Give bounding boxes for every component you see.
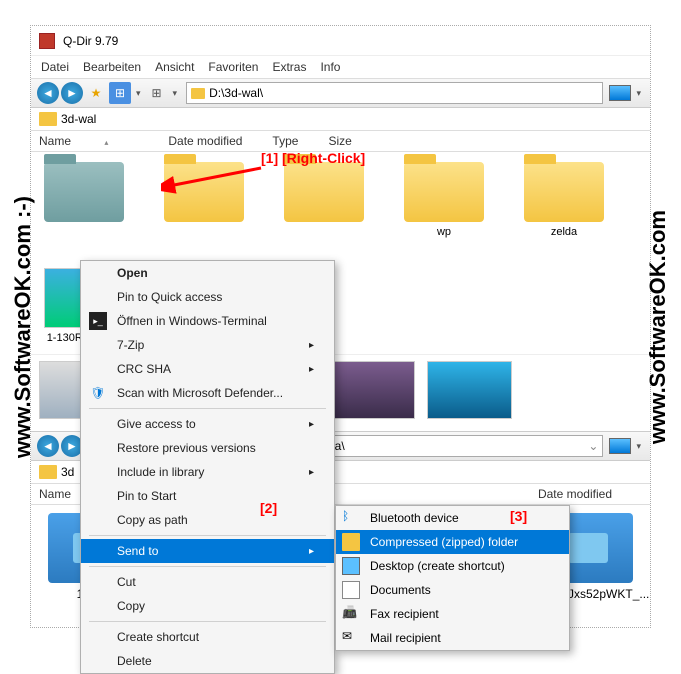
breadcrumb: 3d-wal: [31, 108, 650, 131]
monitor-icon[interactable]: [609, 85, 631, 101]
window-title: Q-Dir 9.79: [63, 34, 118, 48]
folder-item-zelda[interactable]: zelda: [519, 162, 609, 238]
apps-dropdown-icon[interactable]: ▾: [170, 88, 181, 99]
arrow-annotation-icon: [161, 164, 271, 194]
col-date[interactable]: Date modified: [168, 134, 272, 148]
cm-include-library[interactable]: Include in library▸: [81, 460, 334, 484]
annotation-3: [3]: [510, 508, 527, 524]
folder-icon: [524, 162, 604, 222]
address-path: D:\3d-wal\: [209, 86, 263, 100]
sendto-submenu: ᛒBluetooth device Compressed (zipped) fo…: [335, 505, 570, 651]
fax-icon: 📠: [342, 605, 360, 623]
favorites-button[interactable]: ★: [85, 82, 107, 104]
annotation-1: [1] [Right-Click]: [261, 150, 365, 166]
separator: [89, 535, 326, 536]
views-button[interactable]: ⊞: [109, 82, 131, 104]
cm-restore-versions[interactable]: Restore previous versions: [81, 436, 334, 460]
monitor-dropdown-icon[interactable]: ▾: [633, 88, 644, 99]
sm-mail[interactable]: ✉Mail recipient: [336, 626, 569, 650]
shield-icon: 🛡: [89, 384, 107, 402]
context-menu: Open Pin to Quick access ▸_Öffnen in Win…: [80, 260, 335, 674]
folder-label: zelda: [551, 226, 577, 238]
image-thumbnail[interactable]: [330, 361, 415, 419]
sm-fax[interactable]: 📠Fax recipient: [336, 602, 569, 626]
cm-create-shortcut[interactable]: Create shortcut: [81, 625, 334, 649]
folder-icon: [284, 162, 364, 222]
cm-give-access[interactable]: Give access to▸: [81, 412, 334, 436]
chevron-right-icon: ▸: [309, 546, 314, 557]
col-date[interactable]: Date modified: [538, 487, 642, 501]
zip-folder-icon: [342, 533, 360, 551]
lower-address-bar[interactable]: da\ ⌄: [305, 435, 603, 457]
cm-send-to[interactable]: Send to▸: [81, 539, 334, 563]
menu-info[interactable]: Info: [320, 60, 340, 74]
cm-defender[interactable]: 🛡Scan with Microsoft Defender...: [81, 381, 334, 405]
folder-icon: [191, 88, 205, 99]
watermark-right: www.SoftwareOK.com: [645, 210, 671, 444]
cm-open-terminal[interactable]: ▸_Öffnen in Windows-Terminal: [81, 309, 334, 333]
column-headers: Name ▴ Date modified Type Size: [31, 131, 650, 152]
nav-back-button[interactable]: ◄: [37, 82, 59, 104]
nav-back-button[interactable]: ◄: [37, 435, 59, 457]
breadcrumb-label[interactable]: 3d-wal: [61, 112, 96, 126]
menu-favoriten[interactable]: Favoriten: [208, 60, 258, 74]
toolbar: ◄ ► ★ ⊞ ▾ ⊞ ▾ D:\3d-wal\ ▾: [31, 78, 650, 108]
col-size[interactable]: Size: [328, 134, 381, 148]
sm-bluetooth[interactable]: ᛒBluetooth device: [336, 506, 569, 530]
folder-item-selected[interactable]: [39, 162, 129, 238]
chevron-right-icon: ▸: [309, 364, 314, 375]
dropdown-icon[interactable]: ⌄: [588, 439, 598, 453]
folder-label: wp: [437, 226, 451, 238]
menu-bearbeiten[interactable]: Bearbeiten: [83, 60, 141, 74]
folder-icon: [39, 465, 57, 479]
cm-pin-start[interactable]: Pin to Start: [81, 484, 334, 508]
menu-extras[interactable]: Extras: [272, 60, 306, 74]
separator: [89, 566, 326, 567]
image-thumbnail[interactable]: [427, 361, 512, 419]
col-name[interactable]: Name ▴: [39, 134, 168, 148]
menu-ansicht[interactable]: Ansicht: [155, 60, 194, 74]
cm-pin-quick-access[interactable]: Pin to Quick access: [81, 285, 334, 309]
watermark-left: www.SoftwareOK.com :-): [10, 196, 36, 458]
chevron-right-icon: ▸: [309, 467, 314, 478]
annotation-2: [2]: [260, 500, 277, 516]
lower-breadcrumb-label[interactable]: 3d: [61, 465, 74, 479]
cm-7zip[interactable]: 7-Zip▸: [81, 333, 334, 357]
cm-open[interactable]: Open: [81, 261, 334, 285]
chevron-right-icon: ▸: [309, 340, 314, 351]
title-bar: Q-Dir 9.79: [31, 26, 650, 56]
col-type[interactable]: Type: [272, 134, 328, 148]
menu-datei[interactable]: Datei: [41, 60, 69, 74]
folder-icon: [44, 162, 124, 222]
address-bar[interactable]: D:\3d-wal\: [186, 82, 603, 104]
apps-button[interactable]: ⊞: [146, 82, 168, 104]
cm-crc-sha[interactable]: CRC SHA▸: [81, 357, 334, 381]
desktop-icon: [342, 557, 360, 575]
monitor-dropdown-icon[interactable]: ▾: [633, 441, 644, 452]
sm-desktop-shortcut[interactable]: Desktop (create shortcut): [336, 554, 569, 578]
separator: [89, 621, 326, 622]
terminal-icon: ▸_: [89, 312, 107, 330]
cm-copy-path[interactable]: Copy as path: [81, 508, 334, 532]
cm-copy[interactable]: Copy: [81, 594, 334, 618]
mail-icon: ✉: [342, 629, 360, 647]
folder-item-wp[interactable]: wp: [399, 162, 489, 238]
folder-icon: [404, 162, 484, 222]
documents-icon: [342, 581, 360, 599]
chevron-right-icon: ▸: [309, 419, 314, 430]
bluetooth-icon: ᛒ: [342, 509, 360, 527]
cm-cut[interactable]: Cut: [81, 570, 334, 594]
app-icon: [39, 33, 55, 49]
folder-item[interactable]: [279, 162, 369, 238]
separator: [89, 408, 326, 409]
sm-documents[interactable]: Documents: [336, 578, 569, 602]
sm-compressed-folder[interactable]: Compressed (zipped) folder: [336, 530, 569, 554]
menu-bar: Datei Bearbeiten Ansicht Favoriten Extra…: [31, 56, 650, 78]
folder-icon: [39, 112, 57, 126]
views-dropdown-icon[interactable]: ▾: [133, 88, 144, 99]
monitor-icon[interactable]: [609, 438, 631, 454]
nav-forward-button[interactable]: ►: [61, 82, 83, 104]
